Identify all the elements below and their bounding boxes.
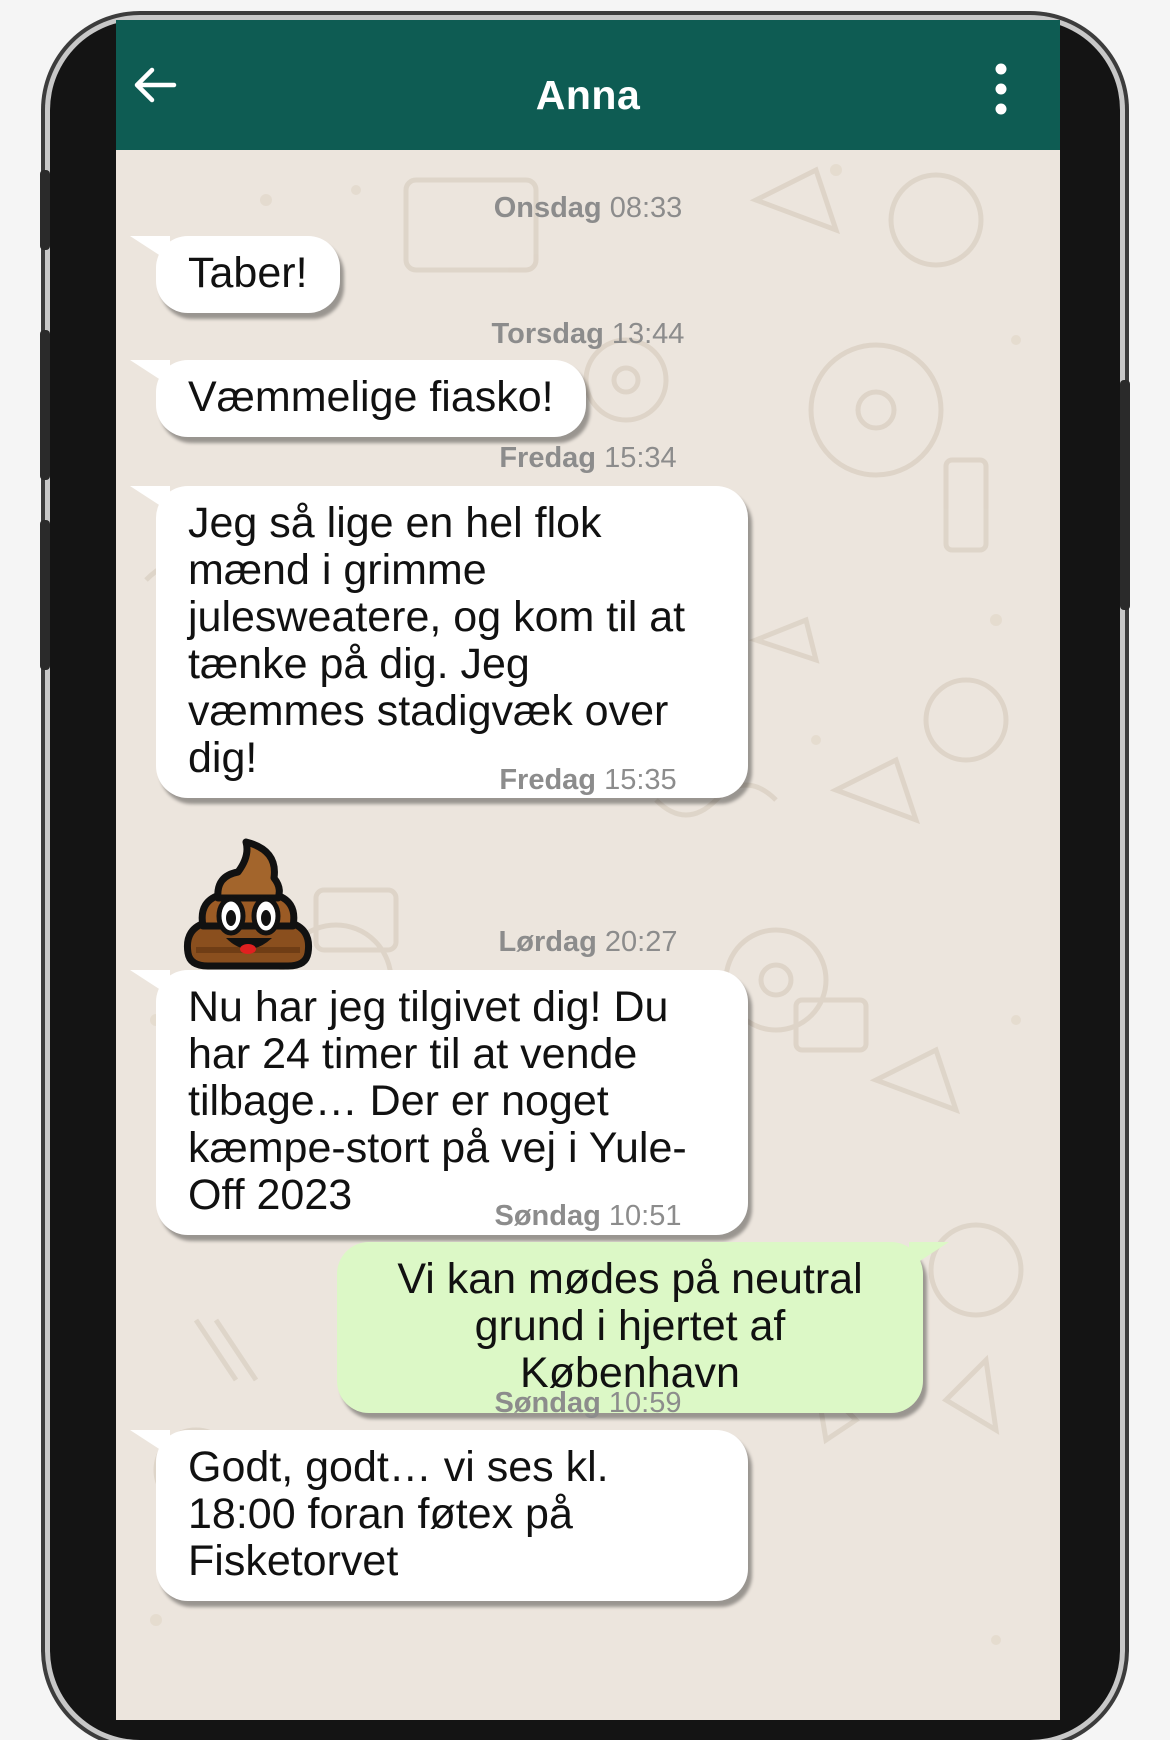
timestamp-time: 10:59 (608, 1387, 682, 1419)
timestamp-time: 10:51 (608, 1200, 682, 1232)
timestamp-day: Onsdag (493, 192, 602, 224)
timestamp-day: Fredag (499, 764, 597, 796)
timestamp-day: Søndag (494, 1200, 601, 1232)
incoming-message[interactable]: Jeg så lige en hel flok mænd i grimme ju… (130, 486, 748, 798)
timestamp-time: 15:35 (604, 764, 677, 796)
volume-down-button (40, 520, 50, 670)
timestamp-time: 15:34 (604, 442, 677, 474)
timestamp-day: Lørdag (498, 926, 597, 958)
incoming-message[interactable]: Nu har jeg tilgivet dig! Du har 24 timer… (130, 970, 748, 1235)
message-timestamp: Søndag 10:59 (116, 1387, 1060, 1420)
timestamp-time: 13:44 (611, 318, 685, 350)
incoming-message[interactable]: Taber! (130, 236, 340, 313)
mute-switch (40, 170, 50, 250)
volume-up-button (40, 330, 50, 480)
incoming-message[interactable]: Godt, godt… vi ses kl. 18:00 foran føtex… (130, 1430, 748, 1601)
timestamp-time: 20:27 (604, 926, 678, 958)
contact-name[interactable]: Anna (116, 72, 1060, 119)
power-button (1120, 380, 1130, 610)
message-timestamp: Onsdag 08:33 (116, 192, 1060, 225)
more-options-icon[interactable] (986, 60, 1016, 118)
chat-screen: Anna Onsdag 08:33 Taber! Torsdag 13:44 V… (116, 20, 1060, 1720)
timestamp-day: Torsdag (491, 318, 604, 350)
message-timestamp: Torsdag 13:44 (116, 318, 1060, 351)
message-timestamp: Fredag 15:34 (116, 442, 1060, 475)
message-timestamp: Lørdag 20:27 (116, 926, 1060, 959)
message-timestamp: Fredag 15:35 (116, 764, 1060, 797)
chat-header: Anna (116, 20, 1060, 150)
timestamp-day: Fredag (499, 442, 597, 474)
timestamp-time: 08:33 (609, 192, 683, 224)
timestamp-day: Søndag (494, 1387, 601, 1419)
incoming-message[interactable]: Væmmelige fiasko! (130, 360, 586, 437)
message-timestamp: Søndag 10:51 (116, 1200, 1060, 1233)
